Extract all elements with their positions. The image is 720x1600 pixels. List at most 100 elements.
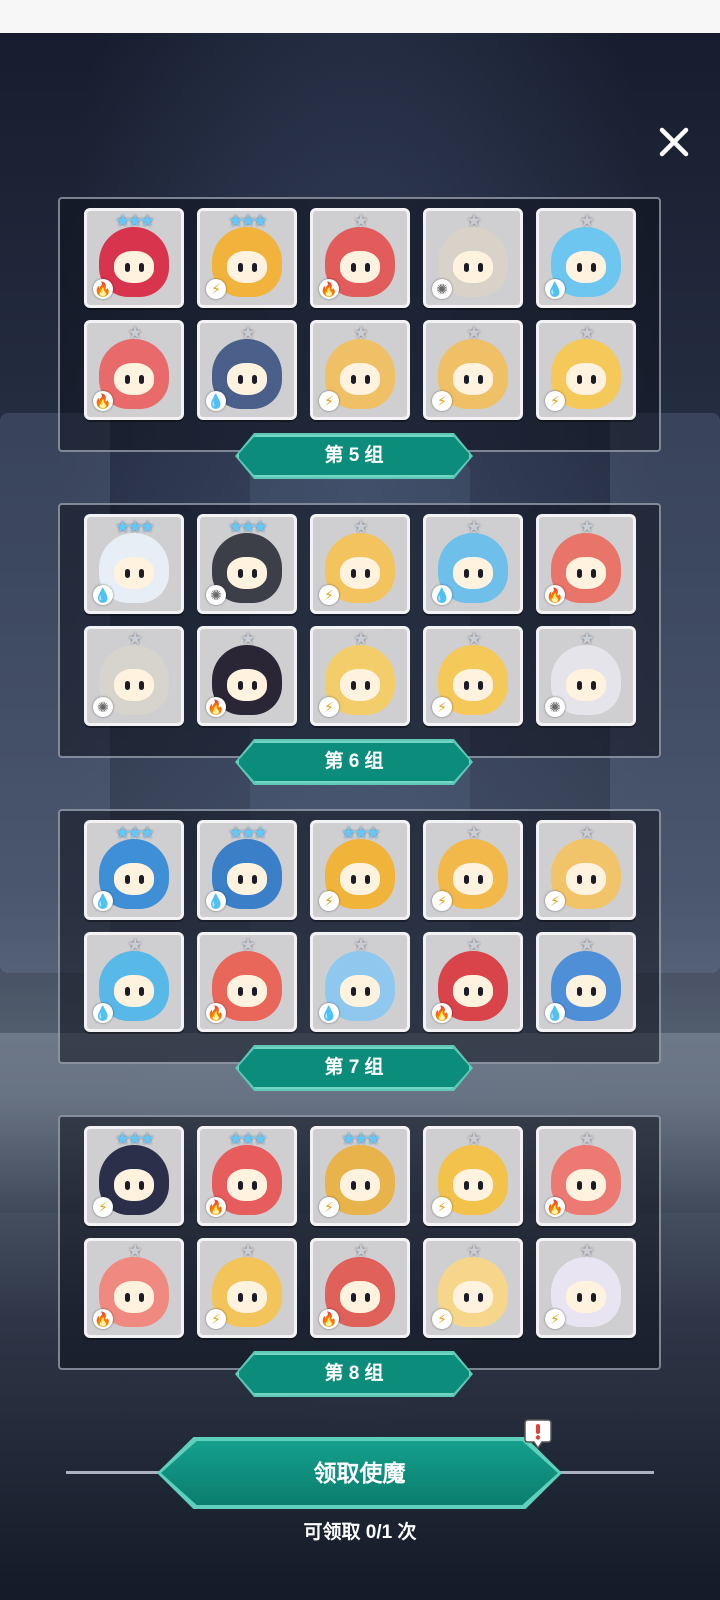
light-element-icon: ⚡ (545, 891, 565, 911)
familiar-card[interactable]: ★ ⚡ (197, 1238, 297, 1338)
star-rating: ★ (353, 631, 368, 648)
star-rating: ★ (353, 937, 368, 954)
star-rating: ★ (240, 325, 255, 342)
familiar-card[interactable]: ★ 💧 (423, 514, 523, 614)
familiar-card[interactable]: ★ 🔥 (423, 932, 523, 1032)
star-rating: ★ (579, 631, 594, 648)
familiar-card[interactable]: ★ 🔥 (310, 208, 410, 308)
water-element-icon: 💧 (93, 1003, 113, 1023)
star-rating: ★★★ (228, 519, 267, 536)
familiar-card[interactable]: ★ ⚡ (536, 820, 636, 920)
close-button[interactable] (654, 122, 694, 162)
fire-element-icon: 🔥 (206, 1197, 226, 1217)
close-icon (659, 127, 689, 157)
star-rating: ★ (579, 213, 594, 230)
familiar-card[interactable]: ★ 🔥 (197, 626, 297, 726)
familiar-card[interactable]: ★ ⚡ (536, 1238, 636, 1338)
light-element-icon: ⚡ (319, 1197, 339, 1217)
familiar-card[interactable]: ★ 🔥 (197, 932, 297, 1032)
star-rating: ★★★ (115, 1131, 154, 1148)
familiar-card-grid: ★★★ 💧 ★★★ 💧 ★★★ ⚡ ★ ⚡ ★ ⚡ ★ 💧 ★ 🔥 ★ 💧 ★ 🔥 ★ 💧 (84, 820, 636, 1032)
star-rating: ★★★ (228, 825, 267, 842)
star-rating: ★ (240, 1243, 255, 1260)
star-rating: ★ (579, 1131, 594, 1148)
familiar-card[interactable]: ★ ⚡ (310, 514, 410, 614)
light-element-icon: ⚡ (432, 1309, 452, 1329)
water-element-icon: 💧 (545, 1003, 565, 1023)
star-rating: ★ (127, 937, 142, 954)
claim-count-text: 可领取 0/1 次 (303, 1522, 417, 1543)
star-rating: ★ (579, 519, 594, 536)
fire-element-icon: 🔥 (545, 1197, 565, 1217)
familiar-card[interactable]: ★★★ ⚡ (310, 820, 410, 920)
familiar-card[interactable]: ★ 💧 (536, 208, 636, 308)
familiar-card[interactable]: ★ 🔥 (84, 320, 184, 420)
fire-element-icon: 🔥 (93, 1309, 113, 1329)
familiar-card[interactable]: ★ ✺ (84, 626, 184, 726)
light-element-icon: ⚡ (432, 891, 452, 911)
familiar-card[interactable]: ★ 💧 (310, 932, 410, 1032)
star-rating: ★★★ (228, 1131, 267, 1148)
familiar-card[interactable]: ★★★ ⚡ (84, 1126, 184, 1226)
fire-element-icon: 🔥 (93, 279, 113, 299)
fire-element-icon: 🔥 (319, 279, 339, 299)
claim-familiar-button[interactable]: 领取使魔 (161, 1441, 558, 1505)
status-bar (0, 0, 720, 33)
familiar-card[interactable]: ★★★ 🔥 (84, 208, 184, 308)
familiar-card[interactable]: ★ ⚡ (310, 320, 410, 420)
light-element-icon: ⚡ (206, 1309, 226, 1329)
fire-element-icon: 🔥 (319, 1309, 339, 1329)
familiar-card[interactable]: ★★★ ⚡ (310, 1126, 410, 1226)
star-rating: ★ (353, 325, 368, 342)
fire-element-icon: 🔥 (206, 697, 226, 717)
water-element-icon: 💧 (319, 1003, 339, 1023)
familiar-card[interactable]: ★ ⚡ (423, 320, 523, 420)
light-element-icon: ⚡ (432, 1197, 452, 1217)
water-element-icon: 💧 (206, 891, 226, 911)
familiar-card[interactable]: ★ 🔥 (536, 514, 636, 614)
water-element-icon: 💧 (545, 279, 565, 299)
star-rating: ★★★ (115, 213, 154, 230)
light-element-icon: ⚡ (319, 891, 339, 911)
familiar-card[interactable]: ★ ✺ (536, 626, 636, 726)
familiar-card[interactable]: ★ 💧 (84, 932, 184, 1032)
familiar-card[interactable]: ★★★ ⚡ (197, 208, 297, 308)
star-rating: ★★★ (341, 1131, 380, 1148)
familiar-card[interactable]: ★ ⚡ (536, 320, 636, 420)
familiar-card[interactable]: ★ 💧 (197, 320, 297, 420)
water-element-icon: 💧 (93, 891, 113, 911)
water-element-icon: 💧 (432, 585, 452, 605)
star-rating: ★ (579, 937, 594, 954)
familiar-card[interactable]: ★ 💧 (536, 932, 636, 1032)
familiar-card[interactable]: ★★★ 🔥 (197, 1126, 297, 1226)
familiar-card-grid: ★★★ 💧 ★★★ ✺ ★ ⚡ ★ 💧 ★ 🔥 ★ ✺ ★ 🔥 ★ ⚡ ★ ⚡ ★ ✺ (84, 514, 636, 726)
fire-element-icon: 🔥 (93, 391, 113, 411)
familiar-card[interactable]: ★★★ 💧 (84, 820, 184, 920)
familiar-card[interactable]: ★ 🔥 (310, 1238, 410, 1338)
star-rating: ★ (579, 325, 594, 342)
star-rating: ★★★ (228, 213, 267, 230)
familiar-card[interactable]: ★ ⚡ (423, 626, 523, 726)
familiar-card[interactable]: ★ ⚡ (423, 1238, 523, 1338)
wind-element-icon: ✺ (93, 697, 113, 717)
familiar-card[interactable]: ★★★ 💧 (197, 820, 297, 920)
familiar-card[interactable]: ★ ⚡ (310, 626, 410, 726)
star-rating: ★ (466, 213, 481, 230)
light-element-icon: ⚡ (319, 697, 339, 717)
fire-element-icon: 🔥 (432, 1003, 452, 1023)
light-element-icon: ⚡ (545, 1309, 565, 1329)
familiar-card[interactable]: ★ ✺ (423, 208, 523, 308)
familiar-card[interactable]: ★★★ 💧 (84, 514, 184, 614)
star-rating: ★★★ (115, 825, 154, 842)
familiar-card[interactable]: ★ ⚡ (423, 820, 523, 920)
group-panel: ★★★ 💧 ★★★ ✺ ★ ⚡ ★ 💧 ★ 🔥 ★ ✺ ★ 🔥 ★ ⚡ ★ ⚡ ★ ✺ 第 6 组 (58, 503, 661, 785)
familiar-card[interactable]: ★ 🔥 (84, 1238, 184, 1338)
group-label: 第 7 组 (237, 1047, 471, 1089)
light-element-icon: ⚡ (432, 391, 452, 411)
familiar-card[interactable]: ★ ⚡ (423, 1126, 523, 1226)
familiar-card[interactable]: ★ 🔥 (536, 1126, 636, 1226)
group-label: 第 6 组 (237, 741, 471, 783)
star-rating: ★ (466, 1243, 481, 1260)
star-rating: ★ (127, 325, 142, 342)
familiar-card[interactable]: ★★★ ✺ (197, 514, 297, 614)
